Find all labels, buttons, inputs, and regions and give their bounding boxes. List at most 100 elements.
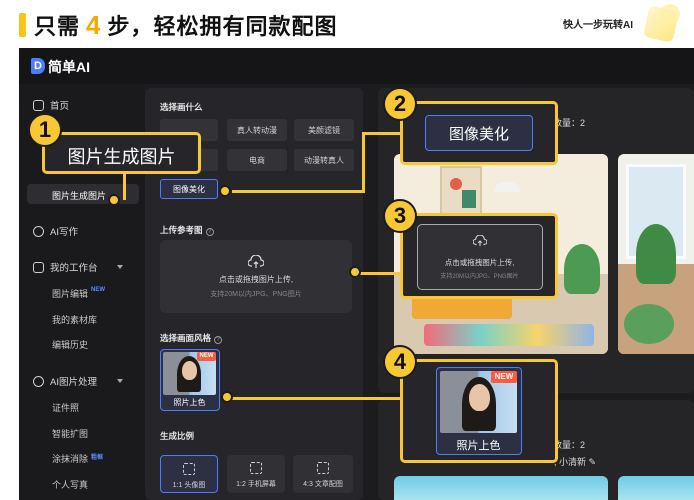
style-chip[interactable]: 动漫转真人: [294, 149, 354, 171]
upload-instruction: 点击或拖拽图片上传,: [218, 275, 294, 284]
sidebar-subitem-label: 个人写真: [52, 480, 89, 490]
step-badge-2: 2: [383, 87, 417, 121]
colorful-rug: [424, 324, 594, 346]
potted-plant: [564, 244, 600, 294]
callout-upload-dropzone: 点击或拖拽图片上传, 支持20M以内JPG、PNG图片: [417, 224, 543, 290]
lamp-shade: [494, 182, 520, 192]
logo-icon: D: [31, 58, 45, 74]
potted-plant: [624, 304, 674, 344]
sidebar-item-image-gen-label[interactable]: 图片生成图片: [52, 189, 106, 202]
connector-dot: [108, 194, 120, 206]
portrait-face: [182, 361, 197, 380]
style-card-label: 照片上色: [173, 398, 206, 407]
new-badge: NEW: [491, 371, 517, 383]
callout-upload-hint: 支持20M以内JPG、PNG图片: [440, 274, 519, 280]
decorative-sparkle-icon: [660, 4, 680, 24]
connector-dot: [219, 185, 231, 197]
sidebar-subitem-label: 涂抹消除: [52, 454, 89, 464]
callout-label: 图片生成图片: [67, 147, 176, 167]
chart-icon: [33, 261, 44, 273]
upload-cloud-icon: [473, 235, 487, 247]
callout-step-4: NEW 照片上色: [400, 359, 558, 463]
step-badge-1: 1: [28, 113, 62, 147]
new-badge: NEW: [91, 287, 106, 293]
connector-line: [362, 132, 365, 192]
style-chip[interactable]: 美颜滤镜: [294, 119, 354, 141]
ratio-label: 1:2 手机屏幕: [236, 481, 276, 488]
chevron-down-icon[interactable]: [117, 265, 123, 269]
sidebar-subitem-label: 编辑历史: [52, 340, 89, 350]
banner-accent-bar: [19, 13, 26, 37]
sidebar-badge: 粗框: [91, 455, 104, 461]
connector-line: [232, 190, 365, 193]
result-image-beach-2[interactable]: [618, 476, 694, 500]
sidebar-subitem[interactable]: 编辑历史: [52, 338, 88, 351]
result-image-beach[interactable]: [394, 476, 608, 500]
sidebar-subitem-label: 证件照: [52, 403, 80, 413]
style-chip[interactable]: 电商: [227, 149, 287, 171]
section-title-style: 选择画面风格?: [160, 332, 223, 344]
tutorial-image: 只需 4 步，轻松拥有同款配图 快人一步玩转AI D 简单AI 首页 图片生成图片 …: [0, 0, 694, 500]
sidebar-item-home[interactable]: 首页: [33, 98, 69, 112]
crop-icon: [317, 462, 329, 474]
sidebar-subitem[interactable]: 图片编辑 NEW: [52, 287, 105, 300]
sidebar-subitem-label: 智能扩图: [52, 429, 89, 439]
sidebar-item-label: AI图片处理: [50, 377, 97, 388]
style-chip-image-beautify[interactable]: 图像美化: [160, 179, 218, 199]
art-shape: [462, 190, 476, 208]
ratio-option-1-1[interactable]: 1:1 头像图: [160, 455, 218, 493]
upload-hint: 支持20M以内JPG、PNG图片: [210, 291, 302, 298]
sidebar-item-label: 首页: [50, 101, 70, 112]
section-title-upload: 上传参考图?: [160, 224, 214, 236]
brand-name[interactable]: 简单AI: [48, 57, 90, 77]
prompt-text: , 小清新: [554, 457, 587, 467]
style-chip[interactable]: 真人转动漫: [227, 119, 287, 141]
potted-plant: [636, 224, 676, 284]
callout-style-card: NEW 照片上色: [436, 367, 522, 455]
help-icon[interactable]: ?: [214, 336, 223, 344]
style-card-colorize[interactable]: NEW 照片上色: [160, 349, 220, 411]
callout-step-3: 点击或拖拽图片上传, 支持20M以内JPG、PNG图片: [400, 213, 558, 299]
ratio-label: 4:3 文章配图: [303, 481, 343, 488]
sidebar-subitem-label: 图片编辑: [52, 289, 89, 299]
crop-icon: [250, 462, 262, 474]
callout-upload-instruction: 点击或拖拽图片上传,: [444, 258, 515, 267]
edit-icon[interactable]: ✎: [589, 457, 597, 467]
section-title-text: 上传参考图: [160, 225, 203, 235]
sidebar-subitem-label: 我的素材库: [52, 315, 98, 325]
connector-line: [358, 272, 402, 275]
callout-image-beautify-button: 图像美化: [425, 115, 533, 151]
section-title-text: 选择画面风格: [160, 333, 212, 343]
section-title-ratio: 生成比例: [160, 431, 195, 441]
callout-step-2: 图像美化: [400, 101, 558, 165]
upload-dropzone[interactable]: 点击或拖拽图片上传, 支持20M以内JPG、PNG图片: [160, 240, 352, 313]
new-badge: NEW: [197, 352, 216, 361]
sidebar-subitem[interactable]: 我的素材库: [52, 313, 97, 326]
ratio-option-4-3[interactable]: 4:3 文章配图: [293, 455, 353, 493]
wall-art: [440, 166, 482, 218]
result-image-window[interactable]: [618, 154, 694, 354]
headline-after: 步，轻松拥有同款配图: [107, 14, 338, 39]
sidebar-item-ai-image[interactable]: AI图片处理: [33, 374, 97, 388]
sidebar-item-workspace[interactable]: 我的工作台: [33, 260, 98, 274]
sidebar-subitem[interactable]: 证件照: [52, 401, 79, 414]
sidebar-subitem[interactable]: 涂抹消除 粗框: [52, 452, 103, 465]
sidebar-item-ai-writing[interactable]: AI写作: [33, 224, 78, 238]
upload-cloud-icon: [248, 255, 264, 268]
headline-before: 只需: [34, 14, 81, 39]
sidebar-item-label: 我的工作台: [50, 263, 98, 274]
sidebar-subitem[interactable]: 个人写真: [52, 478, 88, 491]
art-shape: [450, 178, 462, 190]
crop-icon: [183, 463, 195, 475]
help-icon[interactable]: ?: [205, 228, 214, 236]
sidebar-subitem[interactable]: 智能扩图: [52, 427, 88, 440]
chevron-down-icon[interactable]: [117, 379, 123, 383]
section-title-what: 选择画什么: [160, 102, 203, 112]
headline: 只需 4 步，轻松拥有同款配图: [34, 9, 338, 41]
palette-icon: [33, 375, 44, 387]
connector-dot: [349, 266, 361, 278]
headline-number: 4: [86, 10, 102, 40]
ratio-label: 1:1 头像图: [172, 482, 206, 489]
ai-icon: [33, 225, 44, 237]
ratio-option-1-2[interactable]: 1:2 手机屏幕: [227, 455, 285, 493]
